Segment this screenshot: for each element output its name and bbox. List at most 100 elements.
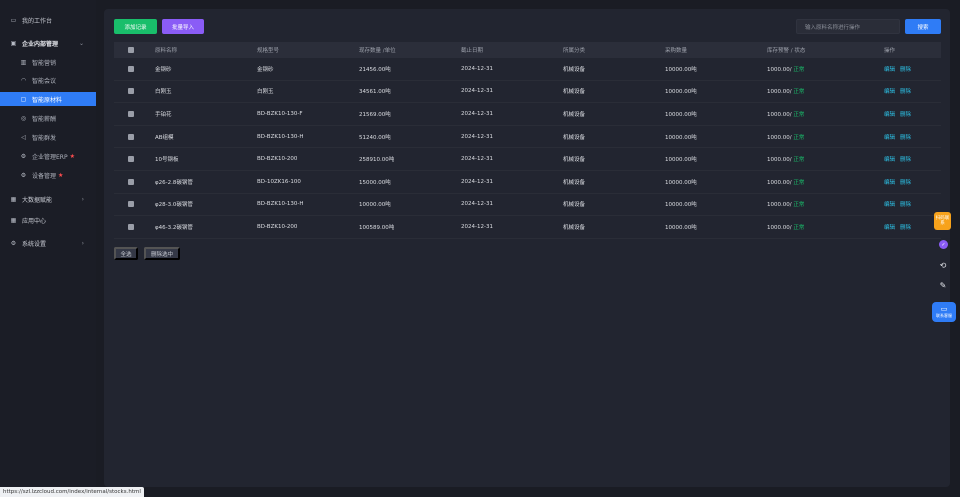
- row-checkbox[interactable]: [128, 65, 134, 72]
- select-all-checkbox[interactable]: [128, 47, 134, 53]
- row-checkbox[interactable]: [128, 223, 134, 230]
- refresh-icon[interactable]: ⟲: [937, 260, 949, 270]
- edit-link[interactable]: 编辑: [884, 225, 895, 231]
- delete-link[interactable]: 删除: [900, 135, 911, 141]
- cell-spec: BD-BZK10-200: [257, 156, 298, 163]
- delete-link[interactable]: 删除: [900, 112, 911, 118]
- cell-category: 机械设备: [563, 66, 586, 73]
- cell-warning: 1000.00/ 正常: [767, 65, 804, 73]
- delete-selected-button[interactable]: 删除选中: [144, 247, 180, 260]
- materials-table: 原料名称 规格型号 现存数量 /单位 截止日期 所属分类 采购数量 库存预警 /…: [114, 42, 941, 239]
- edit-link[interactable]: 编辑: [884, 157, 895, 163]
- cell-spec: BD-BZK10-200: [257, 223, 298, 230]
- sidebar-group-apps[interactable]: ▦ 应用中心: [0, 213, 96, 227]
- chevron-right-icon: ›: [81, 239, 84, 247]
- cell-warning: 1000.00/ 正常: [767, 200, 804, 208]
- cell-purchase: 10000.00吨: [665, 134, 697, 141]
- add-record-button[interactable]: 添加记录: [114, 19, 157, 34]
- cell-name: 手铂花: [155, 111, 172, 118]
- cell-qty: 34561.00吨: [359, 89, 391, 96]
- batch-import-button[interactable]: 批量导入: [162, 19, 204, 34]
- select-all-button[interactable]: 全选: [114, 247, 138, 260]
- edit-link[interactable]: 编辑: [884, 112, 895, 118]
- cell-name: φ26-2.8碳钢管: [155, 179, 193, 186]
- table-row: φ28-3.0碳钢管 BD-BZK10-130-H 10000.00吨 2024-12…: [114, 194, 941, 217]
- header-category: 所属分类: [563, 48, 586, 54]
- sidebar-item-materials[interactable]: ▢ 智能原材料: [0, 92, 96, 106]
- sidebar-item-marketing[interactable]: ▥ 智能营销: [0, 55, 96, 69]
- row-checkbox[interactable]: [128, 88, 134, 95]
- cell-spec: 白刚玉: [257, 89, 274, 96]
- edit-link[interactable]: 编辑: [884, 135, 895, 141]
- delete-link[interactable]: 删除: [900, 157, 911, 163]
- sidebar-item-meeting[interactable]: ◠ 智能会议: [0, 73, 96, 87]
- row-checkbox[interactable]: [128, 133, 134, 140]
- qr-contact-button[interactable]: 扫码联系: [934, 212, 951, 230]
- cell-actions: 编辑 删除: [884, 65, 916, 73]
- briefcase-icon: ▣: [10, 39, 17, 47]
- table-header: 原料名称 规格型号 现存数量 /单位 截止日期 所属分类 采购数量 库存预警 /…: [114, 42, 941, 58]
- sidebar-group-bigdata[interactable]: ▦ 大数据赋能 ›: [0, 192, 96, 206]
- edit-link[interactable]: 编辑: [884, 202, 895, 208]
- header-actions: 操作: [884, 48, 896, 54]
- delete-link[interactable]: 删除: [900, 202, 911, 208]
- header-warning: 库存预警 / 状态: [767, 48, 806, 54]
- sidebar-group-label: 企业内部管理: [22, 40, 59, 48]
- row-checkbox[interactable]: [128, 178, 134, 185]
- customer-service-button[interactable]: ▭ 联系客服: [932, 302, 956, 322]
- cell-spec: BD-BZK10-130-F: [257, 110, 303, 117]
- delete-link[interactable]: 删除: [900, 225, 911, 231]
- cell-qty: 15000.00吨: [359, 179, 391, 186]
- cell-actions: 编辑 删除: [884, 223, 916, 231]
- sidebar-item-label: 设备管理: [32, 172, 57, 180]
- cell-date: 2024-12-31: [461, 110, 493, 117]
- cell-date: 2024-12-31: [461, 178, 493, 185]
- cell-date: 2024-12-31: [461, 223, 493, 230]
- row-checkbox[interactable]: [128, 156, 134, 163]
- cell-purchase: 10000.00吨: [665, 111, 697, 118]
- sidebar-group-enterprise[interactable]: ▣ 企业内部管理 ⌄: [0, 36, 96, 50]
- check-icon[interactable]: ✓: [939, 240, 948, 249]
- sidebar-item-label: 智能薪酬: [32, 115, 57, 123]
- cell-category: 机械设备: [563, 179, 586, 186]
- main-panel: 添加记录 批量导入 输入原料名称进行操作 搜索 原料名称 规格型号 现存数量 /…: [104, 9, 950, 487]
- cell-qty: 21456.00吨: [359, 66, 391, 73]
- cell-warning: 1000.00/ 正常: [767, 223, 804, 231]
- sidebar-item-salary[interactable]: ◎ 智能薪酬: [0, 111, 96, 125]
- status-badge: 正常: [793, 157, 805, 164]
- cell-spec: BD-10ZK16-100: [257, 178, 301, 185]
- cell-qty: 258910.00吨: [359, 157, 395, 164]
- sidebar-item-label: 智能营销: [32, 59, 57, 67]
- database-icon: ▦: [10, 195, 17, 203]
- customer-service-label: 联系客服: [936, 313, 952, 318]
- sidebar-item-label: 智能原材料: [32, 96, 63, 104]
- chart-icon: ▥: [20, 58, 27, 66]
- cell-warning: 1000.00/ 正常: [767, 110, 804, 118]
- cell-date: 2024-12-31: [461, 201, 493, 208]
- row-checkbox[interactable]: [128, 201, 134, 208]
- table-row: 10号钢板 BD-BZK10-200 258910.00吨 2024-12-31 机械设…: [114, 148, 941, 171]
- cell-actions: 编辑 删除: [884, 110, 916, 118]
- sidebar-group-settings[interactable]: ⚙ 系统设置 ›: [0, 236, 96, 250]
- edit-icon[interactable]: ✎: [937, 280, 949, 290]
- delete-link[interactable]: 删除: [900, 67, 911, 73]
- cell-category: 机械设备: [563, 111, 586, 118]
- warning-value: 1000.00/: [767, 111, 792, 118]
- sidebar-item-broadcast[interactable]: ◁ 智能群发: [0, 130, 96, 144]
- status-badge: 正常: [793, 89, 805, 96]
- cell-category: 机械设备: [563, 224, 586, 231]
- delete-link[interactable]: 删除: [900, 180, 911, 186]
- delete-link[interactable]: 删除: [900, 89, 911, 95]
- search-button[interactable]: 搜索: [905, 19, 941, 34]
- edit-link[interactable]: 编辑: [884, 89, 895, 95]
- search-input[interactable]: 输入原料名称进行操作: [796, 19, 900, 34]
- sidebar-item-workspace[interactable]: ▭ 我的工作台: [0, 13, 96, 27]
- sidebar-item-erp[interactable]: ⚙ 企业管理ERP ★: [0, 149, 96, 163]
- sidebar-item-device[interactable]: ⚙ 设备管理 ★: [0, 168, 96, 182]
- edit-link[interactable]: 编辑: [884, 180, 895, 186]
- table-row: 白刚玉 白刚玉 34561.00吨 2024-12-31 机械设备 10000.00吨 10…: [114, 81, 941, 104]
- headset-icon: ◠: [20, 76, 27, 84]
- cell-qty: 21569.00吨: [359, 111, 391, 118]
- edit-link[interactable]: 编辑: [884, 67, 895, 73]
- row-checkbox[interactable]: [128, 110, 134, 117]
